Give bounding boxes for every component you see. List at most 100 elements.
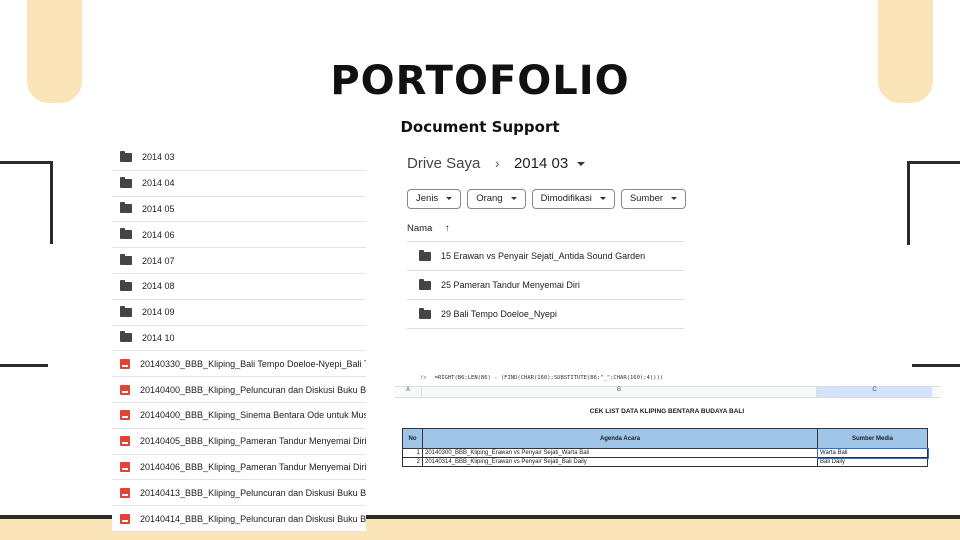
sheet-table: No Agenda Acara Sumber Media 1 20140300_B… bbox=[402, 428, 929, 467]
folder-name: 2014 06 bbox=[142, 229, 175, 240]
spreadsheet: fx =RIGHT(B6;LEN(B6) - (FIND(CHAR(160);S… bbox=[395, 370, 940, 470]
folder-name: 2014 03 bbox=[142, 152, 175, 163]
image-file-icon bbox=[120, 358, 130, 369]
column-c[interactable]: C bbox=[817, 387, 932, 397]
folder-item[interactable]: 2014 05 bbox=[112, 197, 366, 223]
file-item[interactable]: 20140405_BBB_Kliping_Pameran Tandur Meny… bbox=[112, 429, 366, 455]
filter-label: Sumber bbox=[629, 193, 664, 204]
drive-folder-list: 15 Erawan vs Penyair Sejati_Antida Sound… bbox=[407, 241, 684, 329]
file-name: 20140406_BBB_Kliping_Pameran Tandur Meny… bbox=[140, 461, 366, 472]
decor-line-right bbox=[912, 364, 960, 367]
filter-chip[interactable]: Dimodifikasi bbox=[531, 188, 615, 209]
filter-chip[interactable]: Sumber bbox=[620, 188, 687, 209]
file-item[interactable]: 20140413_BBB_Kliping_Peluncuran dan Disk… bbox=[112, 480, 366, 507]
filter-chip[interactable]: Orang bbox=[467, 188, 526, 209]
caret-down-icon bbox=[446, 197, 453, 200]
formula-text[interactable]: =RIGHT(B6;LEN(B6) - (FIND(CHAR(160);SUBS… bbox=[435, 375, 663, 381]
folder-icon bbox=[120, 228, 132, 240]
page-subtitle: Document Support bbox=[400, 118, 560, 136]
folder-icon bbox=[120, 305, 132, 317]
caret-down-icon bbox=[671, 197, 678, 200]
folder-name: 2014 04 bbox=[142, 178, 175, 189]
drive-folder-row[interactable]: 15 Erawan vs Penyair Sejati_Antida Sound… bbox=[407, 241, 684, 270]
drive-file-list: 2014 03 2014 04 2014 05 2014 06 2014 07 2014 … bbox=[112, 145, 366, 532]
column-b[interactable]: B bbox=[422, 387, 817, 397]
cell-agenda[interactable]: 20140300_BBB_Kliping_Erawan vs Penyair S… bbox=[422, 448, 818, 458]
header-no: No bbox=[402, 428, 423, 449]
column-a[interactable]: A bbox=[395, 387, 422, 397]
arrow-up-icon: ↑ bbox=[444, 223, 450, 234]
breadcrumb-root[interactable]: Drive Saya bbox=[407, 155, 480, 172]
folder-name: 2014 08 bbox=[142, 281, 175, 292]
image-file-icon bbox=[120, 513, 130, 524]
filter-label: Jenis bbox=[416, 193, 439, 204]
caret-down-icon[interactable] bbox=[576, 161, 585, 166]
page-title: PORTOFOLIO bbox=[330, 58, 630, 104]
column-headers: A B C bbox=[395, 386, 940, 398]
caret-down-icon bbox=[510, 197, 517, 200]
cell-sumber[interactable]: Warta Bali bbox=[816, 447, 929, 459]
folder-item[interactable]: 2014 09 bbox=[112, 300, 366, 326]
filter-label: Dimodifikasi bbox=[540, 193, 592, 204]
folder-name: 2014 05 bbox=[142, 203, 175, 214]
folder-item[interactable]: 2014 07 bbox=[112, 248, 366, 274]
folder-icon bbox=[120, 176, 132, 188]
file-name: 20140400_BBB_Kliping_Peluncuran dan Disk… bbox=[140, 384, 366, 395]
file-item[interactable]: 20140330_BBB_Kliping_Bali Tempo Doeloe-N… bbox=[112, 351, 366, 378]
image-file-icon bbox=[120, 384, 130, 395]
table-row: 2 20140314_BBB_Kliping_Erawan vs Penyair … bbox=[402, 457, 928, 467]
sort-label: Nama bbox=[407, 223, 433, 234]
folder-icon bbox=[120, 331, 132, 343]
folder-item[interactable]: 2014 06 bbox=[112, 222, 366, 249]
cell-no[interactable]: 1 bbox=[402, 448, 423, 458]
folder-icon bbox=[419, 249, 431, 261]
cell-agenda[interactable]: 20140314_BBB_Kliping_Erawan vs Penyair S… bbox=[422, 457, 818, 467]
table-row: 1 20140300_BBB_Kliping_Erawan vs Penyair … bbox=[402, 447, 929, 459]
folder-name: 15 Erawan vs Penyair Sejati_Antida Sound… bbox=[441, 251, 646, 261]
file-item[interactable]: 20140400_BBB_Kliping_Peluncuran dan Disk… bbox=[112, 377, 366, 403]
fx-icon: fx bbox=[420, 375, 427, 381]
filter-chip[interactable]: Jenis bbox=[407, 188, 462, 209]
decor-bracket-left bbox=[0, 161, 53, 164]
chevron-right-icon: › bbox=[494, 155, 500, 171]
folder-item[interactable]: 2014 03 bbox=[112, 145, 366, 171]
header-sumber: Sumber Media bbox=[817, 428, 928, 449]
drive-folder-row[interactable]: 29 Bali Tempo Doeloe_Nyepi bbox=[407, 299, 684, 328]
file-name: 20140330_BBB_Kliping_Bali Tempo Doeloe-N… bbox=[140, 358, 366, 369]
file-name: 20140414_BBB_Kliping_Peluncuran dan Disk… bbox=[140, 513, 366, 524]
file-item[interactable]: 20140406_BBB_Kliping_Pameran Tandur Meny… bbox=[112, 455, 366, 481]
file-item[interactable]: 20140414_BBB_Kliping_Peluncuran dan Disk… bbox=[112, 506, 366, 532]
cell-sumber[interactable]: Bali Daily bbox=[817, 457, 928, 467]
folder-icon bbox=[120, 254, 132, 266]
decor-bracket-left-v bbox=[50, 161, 53, 244]
caret-down-icon bbox=[599, 197, 606, 200]
breadcrumb: Drive Saya › 2014 03 bbox=[407, 155, 585, 173]
folder-name: 25 Pameran Tandur Menyemai Diri bbox=[441, 280, 580, 290]
decor-bracket-right-v bbox=[907, 161, 910, 245]
folder-name: 2014 10 bbox=[142, 332, 175, 343]
folder-name: 29 Bali Tempo Doeloe_Nyepi bbox=[441, 309, 557, 319]
sort-header[interactable]: Nama ↑ bbox=[407, 223, 450, 234]
folder-item[interactable]: 2014 08 bbox=[112, 274, 366, 300]
filter-chips: Jenis Orang Dimodifikasi Sumber bbox=[407, 188, 692, 209]
sheet-table-title: CEK LIST DATA KLIPING BENTARA BUDAYA BAL… bbox=[589, 408, 745, 415]
file-item[interactable]: 20140400_BBB_Kliping_Sinema Bentara Ode … bbox=[112, 403, 366, 429]
filter-label: Orang bbox=[476, 193, 503, 204]
file-name: 20140400_BBB_Kliping_Sinema Bentara Ode … bbox=[140, 410, 366, 421]
image-file-icon bbox=[120, 410, 130, 421]
breadcrumb-current[interactable]: 2014 03 bbox=[514, 155, 568, 172]
folder-item[interactable]: 2014 04 bbox=[112, 171, 366, 197]
formula-bar[interactable]: fx =RIGHT(B6;LEN(B6) - (FIND(CHAR(160);S… bbox=[395, 370, 940, 386]
folder-item[interactable]: 2014 10 bbox=[112, 326, 366, 352]
decor-line-left bbox=[0, 364, 48, 367]
cell-no[interactable]: 2 bbox=[402, 457, 423, 467]
folder-icon bbox=[419, 307, 431, 319]
header-agenda: Agenda Acara bbox=[422, 428, 818, 449]
decor-bracket-right bbox=[907, 161, 960, 164]
file-name: 20140413_BBB_Kliping_Peluncuran dan Disk… bbox=[140, 487, 366, 498]
drive-folder-row[interactable]: 25 Pameran Tandur Menyemai Diri bbox=[407, 270, 684, 299]
folder-icon bbox=[419, 278, 431, 290]
folder-icon bbox=[120, 150, 132, 162]
folder-name: 2014 09 bbox=[142, 307, 175, 318]
image-file-icon bbox=[120, 461, 130, 472]
